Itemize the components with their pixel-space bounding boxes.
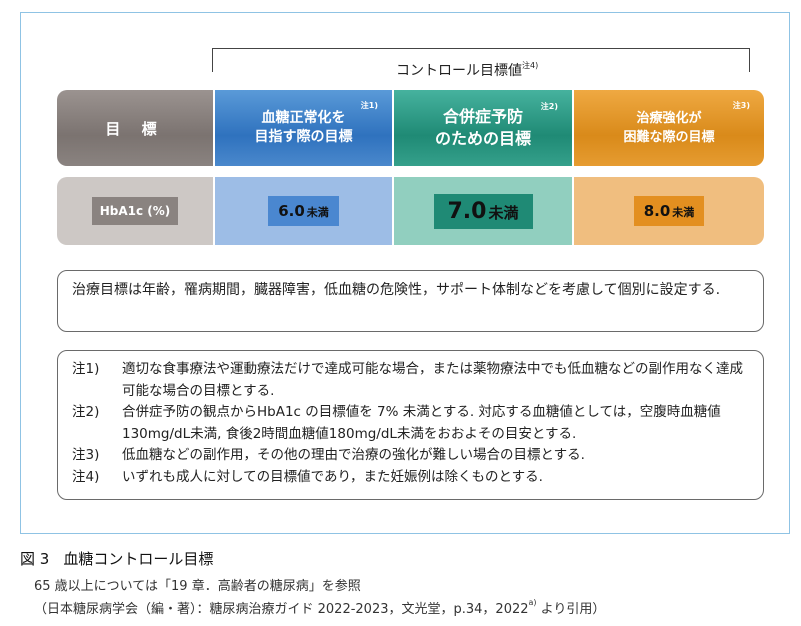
individualization-note-box: 治療目標は年齢，罹病期間，臓器障害，低血糖の危険性，サポート体制などを考慮して個… xyxy=(57,270,764,332)
figure-title-text: 血糖コントロール目標 xyxy=(63,550,214,568)
note-mark: 注3) xyxy=(732,101,750,110)
footnote-item: 注1) 適切な食事療法や運動療法だけで達成可能な場合，または薬物療法中でも低血糖な… xyxy=(72,361,743,399)
hba1c-label: HbA1c (%) xyxy=(91,197,179,225)
footnote-item: 注4) いずれも成人に対しての目標値であり，また妊娠例は除くものとする. xyxy=(72,468,543,485)
control-target-label: コントロール目標値注4) xyxy=(390,60,602,80)
control-note-mark: 注4) xyxy=(522,61,539,70)
note-mark: 注2) xyxy=(540,102,558,111)
normalization-target-cell: 血糖正常化を 目指す際の目標 注1) xyxy=(213,90,392,166)
hba1c-value-7: 7.0 未満 xyxy=(433,193,533,229)
figure-title: 図 3 血糖コントロール目標 xyxy=(20,548,227,569)
hba1c-value-7-cell: 7.0 未満 xyxy=(392,177,572,245)
difficult-intensification-cell: 治療強化が 困難な際の目標 注3) xyxy=(572,90,764,166)
hba1c-label-cell: HbA1c (%) xyxy=(57,177,213,245)
footnotes-box: 注1) 適切な食事療法や運動療法だけで達成可能な場合，または薬物療法中でも低血糖な… xyxy=(57,350,764,500)
figure-caption-line2: （日本糖尿病学会（編・著）：糖尿病治療ガイド 2022-2023，文光堂，p.3… xyxy=(34,598,606,617)
figure-caption-line1: 65 歳以上については「19 章．高齢者の糖尿病」を参照 xyxy=(34,579,361,594)
hba1c-value-row: HbA1c (%) 6.0 未満 7.0 未満 8.0 未満 xyxy=(57,177,764,245)
hba1c-value-6: 6.0 未満 xyxy=(268,196,339,226)
complication-prevention-cell: 合併症予防 のための目標 注2) xyxy=(392,90,572,166)
hba1c-value-8-cell: 8.0 未満 xyxy=(572,177,764,245)
target-header-row: 目 標 血糖正常化を 目指す際の目標 注1) 合併症予防 のための目標 注2) 治療… xyxy=(57,90,764,166)
target-label-cell: 目 標 xyxy=(57,90,213,166)
footnote-item: 注3) 低血糖などの副作用，その他の理由で治療の強化が難しい場合の目標とする. xyxy=(72,447,585,463)
hba1c-value-8: 8.0 未満 xyxy=(633,196,705,226)
footnote-item: 注2) 合併症予防の観点からHbA1c の目標値を 7% 未満とする. 対応する血… xyxy=(72,404,721,442)
note-mark: 注1) xyxy=(360,101,378,110)
hba1c-value-6-cell: 6.0 未満 xyxy=(213,177,392,245)
figure-number: 図 3 xyxy=(20,550,50,568)
